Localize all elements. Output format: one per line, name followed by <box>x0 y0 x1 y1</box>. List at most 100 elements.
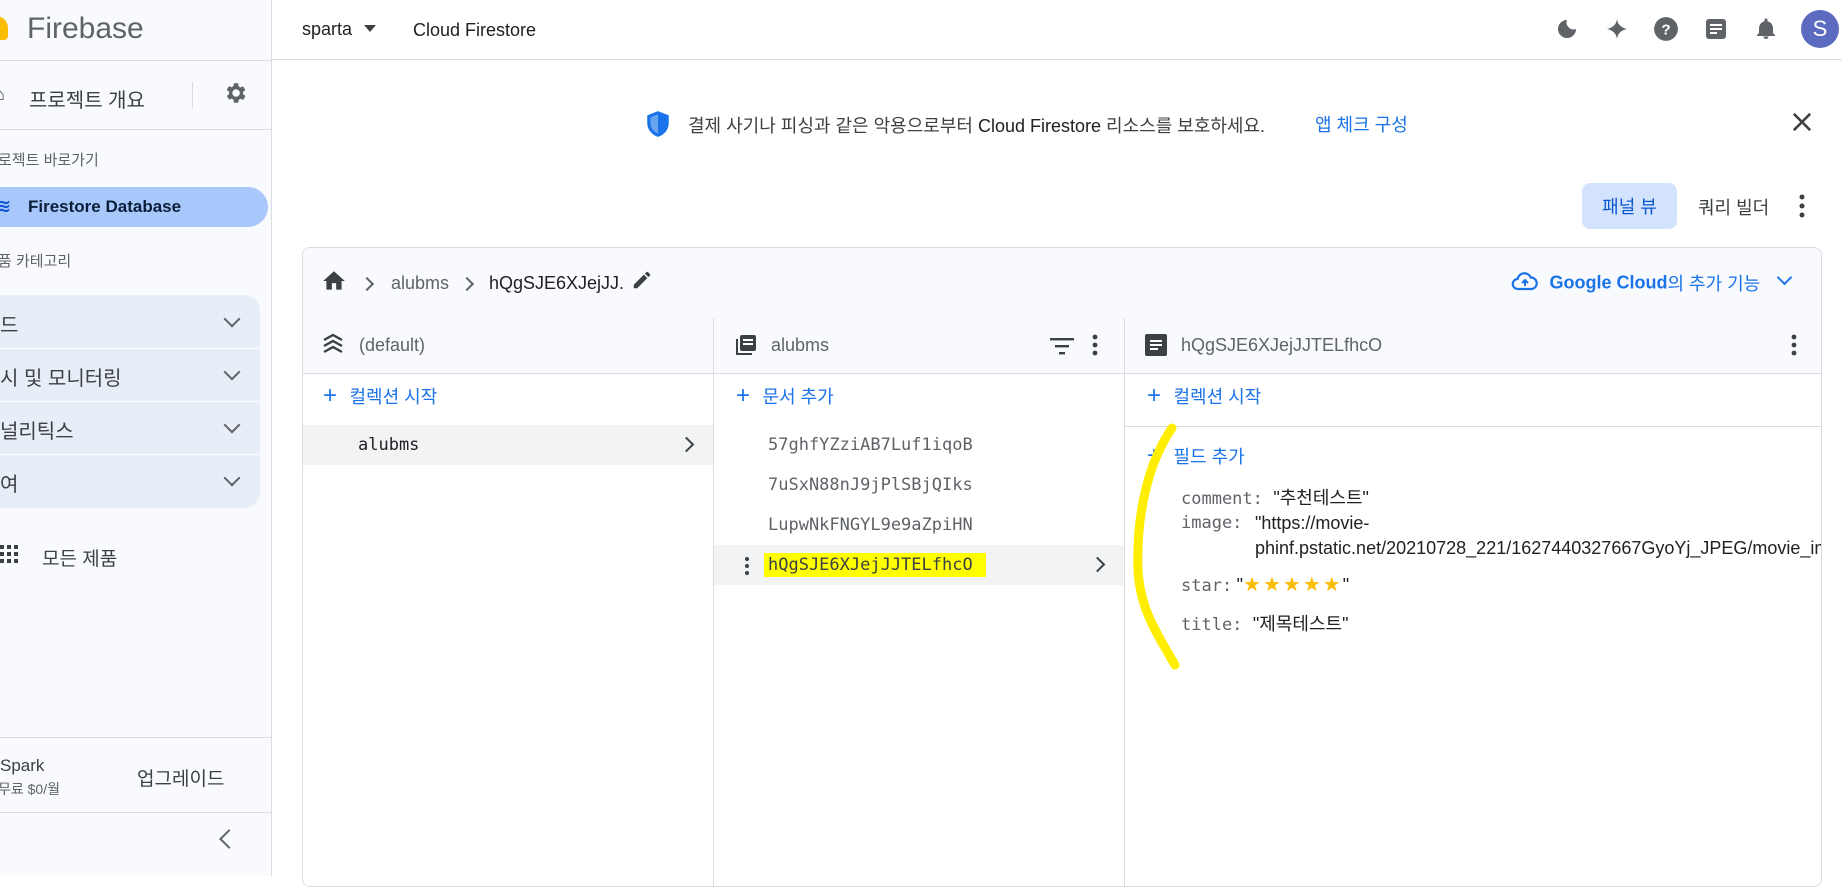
breadcrumb-document: hQgSJE6XJejJJ. <box>489 273 625 293</box>
banner-text-product: Cloud Firestore <box>977 116 1102 136</box>
star-icon: ★ <box>1302 574 1321 596</box>
add-document-button[interactable]: + 문서 추가 <box>736 383 834 413</box>
field-value: "추천테스트" <box>1273 488 1369 508</box>
field-title[interactable]: title: "제목테스트" <box>1181 610 1348 636</box>
nav-firestore-database[interactable]: ≋ Firestore Database <box>0 187 268 227</box>
nav-category-label: 여 <box>0 474 19 496</box>
data-viewer-card: alubms hQgSJE6XJejJJ. Google Cloud의 추가 기… <box>302 247 1822 887</box>
collapse-sidebar-icon[interactable] <box>219 829 239 849</box>
field-value: "https://movie- <box>1255 513 1370 533</box>
start-collection-label: 컬렉션 시작 <box>349 387 438 407</box>
cloud-icon <box>1511 271 1539 296</box>
database-title: (default) <box>359 335 426 355</box>
nav-category-label: 널리틱스 <box>0 421 74 443</box>
row-more-options-icon[interactable] <box>744 556 750 581</box>
chevron-down-icon <box>223 310 241 328</box>
configure-app-check-link[interactable]: 앱 체크 구성 <box>1315 111 1408 137</box>
svg-text:?: ? <box>1661 21 1670 38</box>
document-row[interactable]: LupwNkFNGYL9e9aZpiHN <box>714 505 1124 545</box>
shortcuts-label: 로젝트 바로가기 <box>0 152 99 169</box>
chevron-right-icon <box>678 436 695 453</box>
chevron-down-icon <box>223 469 241 487</box>
nav-category-monitoring[interactable]: 시 및 모니터링 <box>0 348 260 402</box>
document-row[interactable]: 57ghfYZziAB7Luf1iqoB <box>714 425 1124 465</box>
edit-pencil-icon[interactable] <box>631 269 653 296</box>
field-star[interactable]: star: "★ ★ ★ ★ ★ " <box>1181 572 1349 597</box>
start-collection-label: 컬렉션 시작 <box>1173 387 1262 407</box>
upgrade-button[interactable]: 업그레이드 <box>137 764 224 791</box>
query-builder-button[interactable]: 쿼리 빌더 <box>1698 194 1769 220</box>
home-icon: ⌂ <box>0 84 5 105</box>
breadcrumb-chevron-icon <box>359 276 375 292</box>
more-options-icon[interactable] <box>1790 333 1798 362</box>
firebase-logo-icon <box>0 16 8 40</box>
start-collection-button[interactable]: + 컬렉션 시작 <box>1147 383 1261 413</box>
dark-mode-moon-icon[interactable] <box>1552 14 1582 44</box>
star-rating: ★ ★ ★ ★ ★ <box>1243 574 1343 596</box>
star-icon: ★ <box>1282 574 1301 596</box>
google-cloud-features-button[interactable]: Google Cloud의 추가 기능 <box>1511 269 1792 298</box>
collection-icon <box>734 333 758 362</box>
document-id: hQgSJE6XJejJJTELfhcO <box>768 555 973 575</box>
breadcrumb-collection-link[interactable]: alubms <box>391 273 449 294</box>
top-bar: sparta Cloud Firestore ? S <box>272 0 1842 60</box>
shield-icon <box>645 110 671 143</box>
project-selector[interactable]: sparta <box>302 19 377 43</box>
close-banner-icon[interactable] <box>1788 108 1816 141</box>
yellow-annotation-stroke <box>1133 423 1180 670</box>
all-products-row[interactable]: 모든 제품 <box>0 535 271 575</box>
more-options-icon[interactable] <box>1797 193 1807 224</box>
nav-category-engage[interactable]: 여 <box>0 454 260 507</box>
document-row[interactable]: 7uSxN88nJ9jPlSBjQIks <box>714 465 1124 505</box>
nav-firestore-label: Firestore Database <box>28 197 182 216</box>
project-overview-row[interactable]: ⌂ 프로젝트 개요 <box>0 66 271 126</box>
collection-panel-header: alubms <box>714 318 1124 374</box>
firestore-icon: ≋ <box>0 196 11 217</box>
field-value-quote: " <box>1342 575 1350 595</box>
star-icon: ★ <box>1322 574 1341 596</box>
brand-header: Firebase <box>0 0 271 61</box>
gemini-sparkle-icon[interactable] <box>1602 14 1632 44</box>
database-panel: (default) + 컬렉션 시작 alubms <box>303 318 714 886</box>
field-comment[interactable]: comment: "추천테스트" <box>1181 484 1369 510</box>
collection-panel: alubms + 문서 추가 57ghfYZziAB7Luf1iqoB 7uSx… <box>714 318 1125 886</box>
account-avatar[interactable]: S <box>1801 10 1839 48</box>
chevron-down-icon <box>223 416 241 434</box>
project-overview-link[interactable]: 프로젝트 개요 <box>29 84 145 113</box>
plan-price: 무료 $0/월 <box>0 781 60 797</box>
collection-name: alubms <box>358 435 420 455</box>
settings-gear-icon[interactable] <box>222 80 248 111</box>
plus-icon: + <box>323 382 338 409</box>
notifications-bell-icon[interactable] <box>1751 14 1781 44</box>
release-notes-icon[interactable] <box>1701 14 1731 44</box>
brand-title: Firebase <box>27 12 144 45</box>
field-value: "제목테스트" <box>1252 614 1349 634</box>
nav-category-analytics[interactable]: 널리틱스 <box>0 401 260 455</box>
collection-row[interactable]: alubms <box>303 425 713 465</box>
all-products-label: 모든 제품 <box>42 549 118 570</box>
start-collection-button[interactable]: + 컬렉션 시작 <box>323 383 437 413</box>
nav-category-label: 시 및 모니터링 <box>0 368 122 390</box>
star-icon: ★ <box>1243 574 1261 596</box>
category-label: 품 카테고리 <box>0 253 72 270</box>
collection-title: alubms <box>771 335 830 355</box>
banner-message: 결제 사기나 피싱과 같은 악용으로부터 Cloud Firestore 리소스… <box>688 112 1265 138</box>
breadcrumb-chevron-icon <box>459 276 475 292</box>
help-icon[interactable]: ? <box>1651 14 1681 44</box>
nav-category-build[interactable]: 드 <box>0 295 260 349</box>
panel-view-button[interactable]: 패널 뷰 <box>1582 183 1677 229</box>
caret-down-icon <box>364 25 377 32</box>
add-document-label: 문서 추가 <box>762 387 834 407</box>
document-row-selected[interactable]: hQgSJE6XJejJJTELfhcO <box>714 545 1124 585</box>
panel-view-label: 패널 뷰 <box>1602 197 1657 217</box>
sidebar: Firebase ⌂ 프로젝트 개요 로젝트 바로가기 ≋ Firestore … <box>0 0 272 876</box>
plus-icon: + <box>736 382 751 409</box>
document-id: LupwNkFNGYL9e9aZpiHN <box>768 515 973 535</box>
home-icon[interactable] <box>321 268 347 299</box>
document-title: hQgSJE6XJejJJTELfhcO <box>1181 335 1383 355</box>
filter-icon[interactable] <box>1050 336 1074 361</box>
more-options-icon[interactable] <box>1091 333 1099 362</box>
banner-text-before: 결제 사기나 피싱과 같은 악용으로부터 <box>688 116 978 136</box>
plan-name: Spark <box>0 756 45 775</box>
google-cloud-brand: Google Cloud <box>1549 272 1668 293</box>
